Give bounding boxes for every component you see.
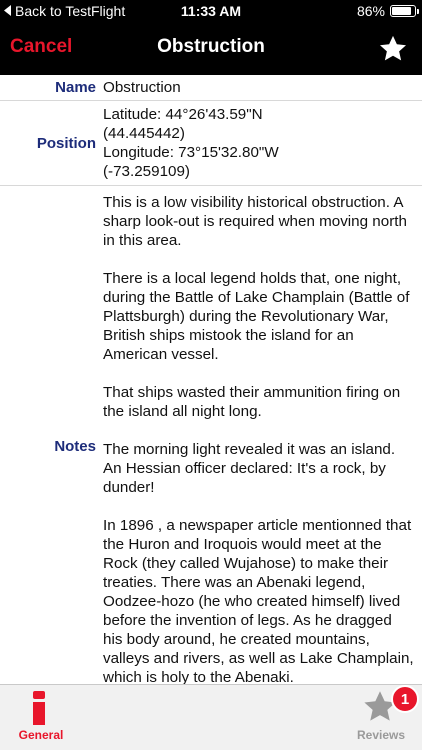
status-bar: Back to TestFlight 11:33 AM 86% <box>0 0 422 24</box>
latitude-line: Latitude: 44°26'43.59"N <box>103 106 263 123</box>
position-label: Position <box>36 134 96 152</box>
notes-row: Notes This is a low visibility historica… <box>0 186 422 684</box>
reviews-badge: 1 <box>391 685 419 713</box>
latitude-decimal: (44.445442) <box>103 125 185 142</box>
notes-paragraph: This is a low visibility historical obst… <box>103 194 407 249</box>
position-row: Position Latitude: 44°26'43.59"N (44.445… <box>0 101 422 186</box>
star-icon <box>378 35 408 68</box>
detail-content[interactable]: Name Obstruction Position Latitude: 44°2… <box>0 75 422 684</box>
longitude-decimal: (-73.259109) <box>103 163 190 180</box>
longitude-line: Longitude: 73°15'32.80"W <box>103 144 279 161</box>
position-value: Latitude: 44°26'43.59"N (44.445442) Long… <box>103 101 422 185</box>
tab-bar: General 1 Reviews <box>0 684 422 750</box>
name-label: Name <box>55 79 96 96</box>
battery-icon <box>390 5 419 17</box>
favorite-button[interactable] <box>378 34 408 64</box>
top-bar: Back to TestFlight 11:33 AM 86% Cancel O… <box>0 0 422 75</box>
notes-label: Notes <box>54 437 96 455</box>
battery-percent: 86% <box>356 3 385 19</box>
name-row: Name Obstruction <box>0 75 422 101</box>
tab-reviews-label: Reviews <box>356 728 406 742</box>
notes-paragraph: That ships wasted their ammunition firin… <box>103 384 401 420</box>
notes-text: This is a low visibility historical obst… <box>103 186 422 684</box>
notes-paragraph: In 1896 , a newspaper article mentionned… <box>103 517 414 684</box>
notes-paragraph: There is a local legend holds that, one … <box>103 270 410 363</box>
notes-paragraph: The morning light revealed it was an isl… <box>103 441 396 496</box>
tab-reviews[interactable]: 1 Reviews <box>340 685 422 750</box>
tab-general-label: General <box>18 728 64 742</box>
tab-general[interactable]: General <box>0 685 82 750</box>
name-value: Obstruction <box>103 79 181 96</box>
info-icon <box>32 691 46 730</box>
navigation-bar: Cancel Obstruction <box>0 24 422 75</box>
page-title: Obstruction <box>157 36 265 57</box>
battery-status: 86% <box>356 3 419 19</box>
